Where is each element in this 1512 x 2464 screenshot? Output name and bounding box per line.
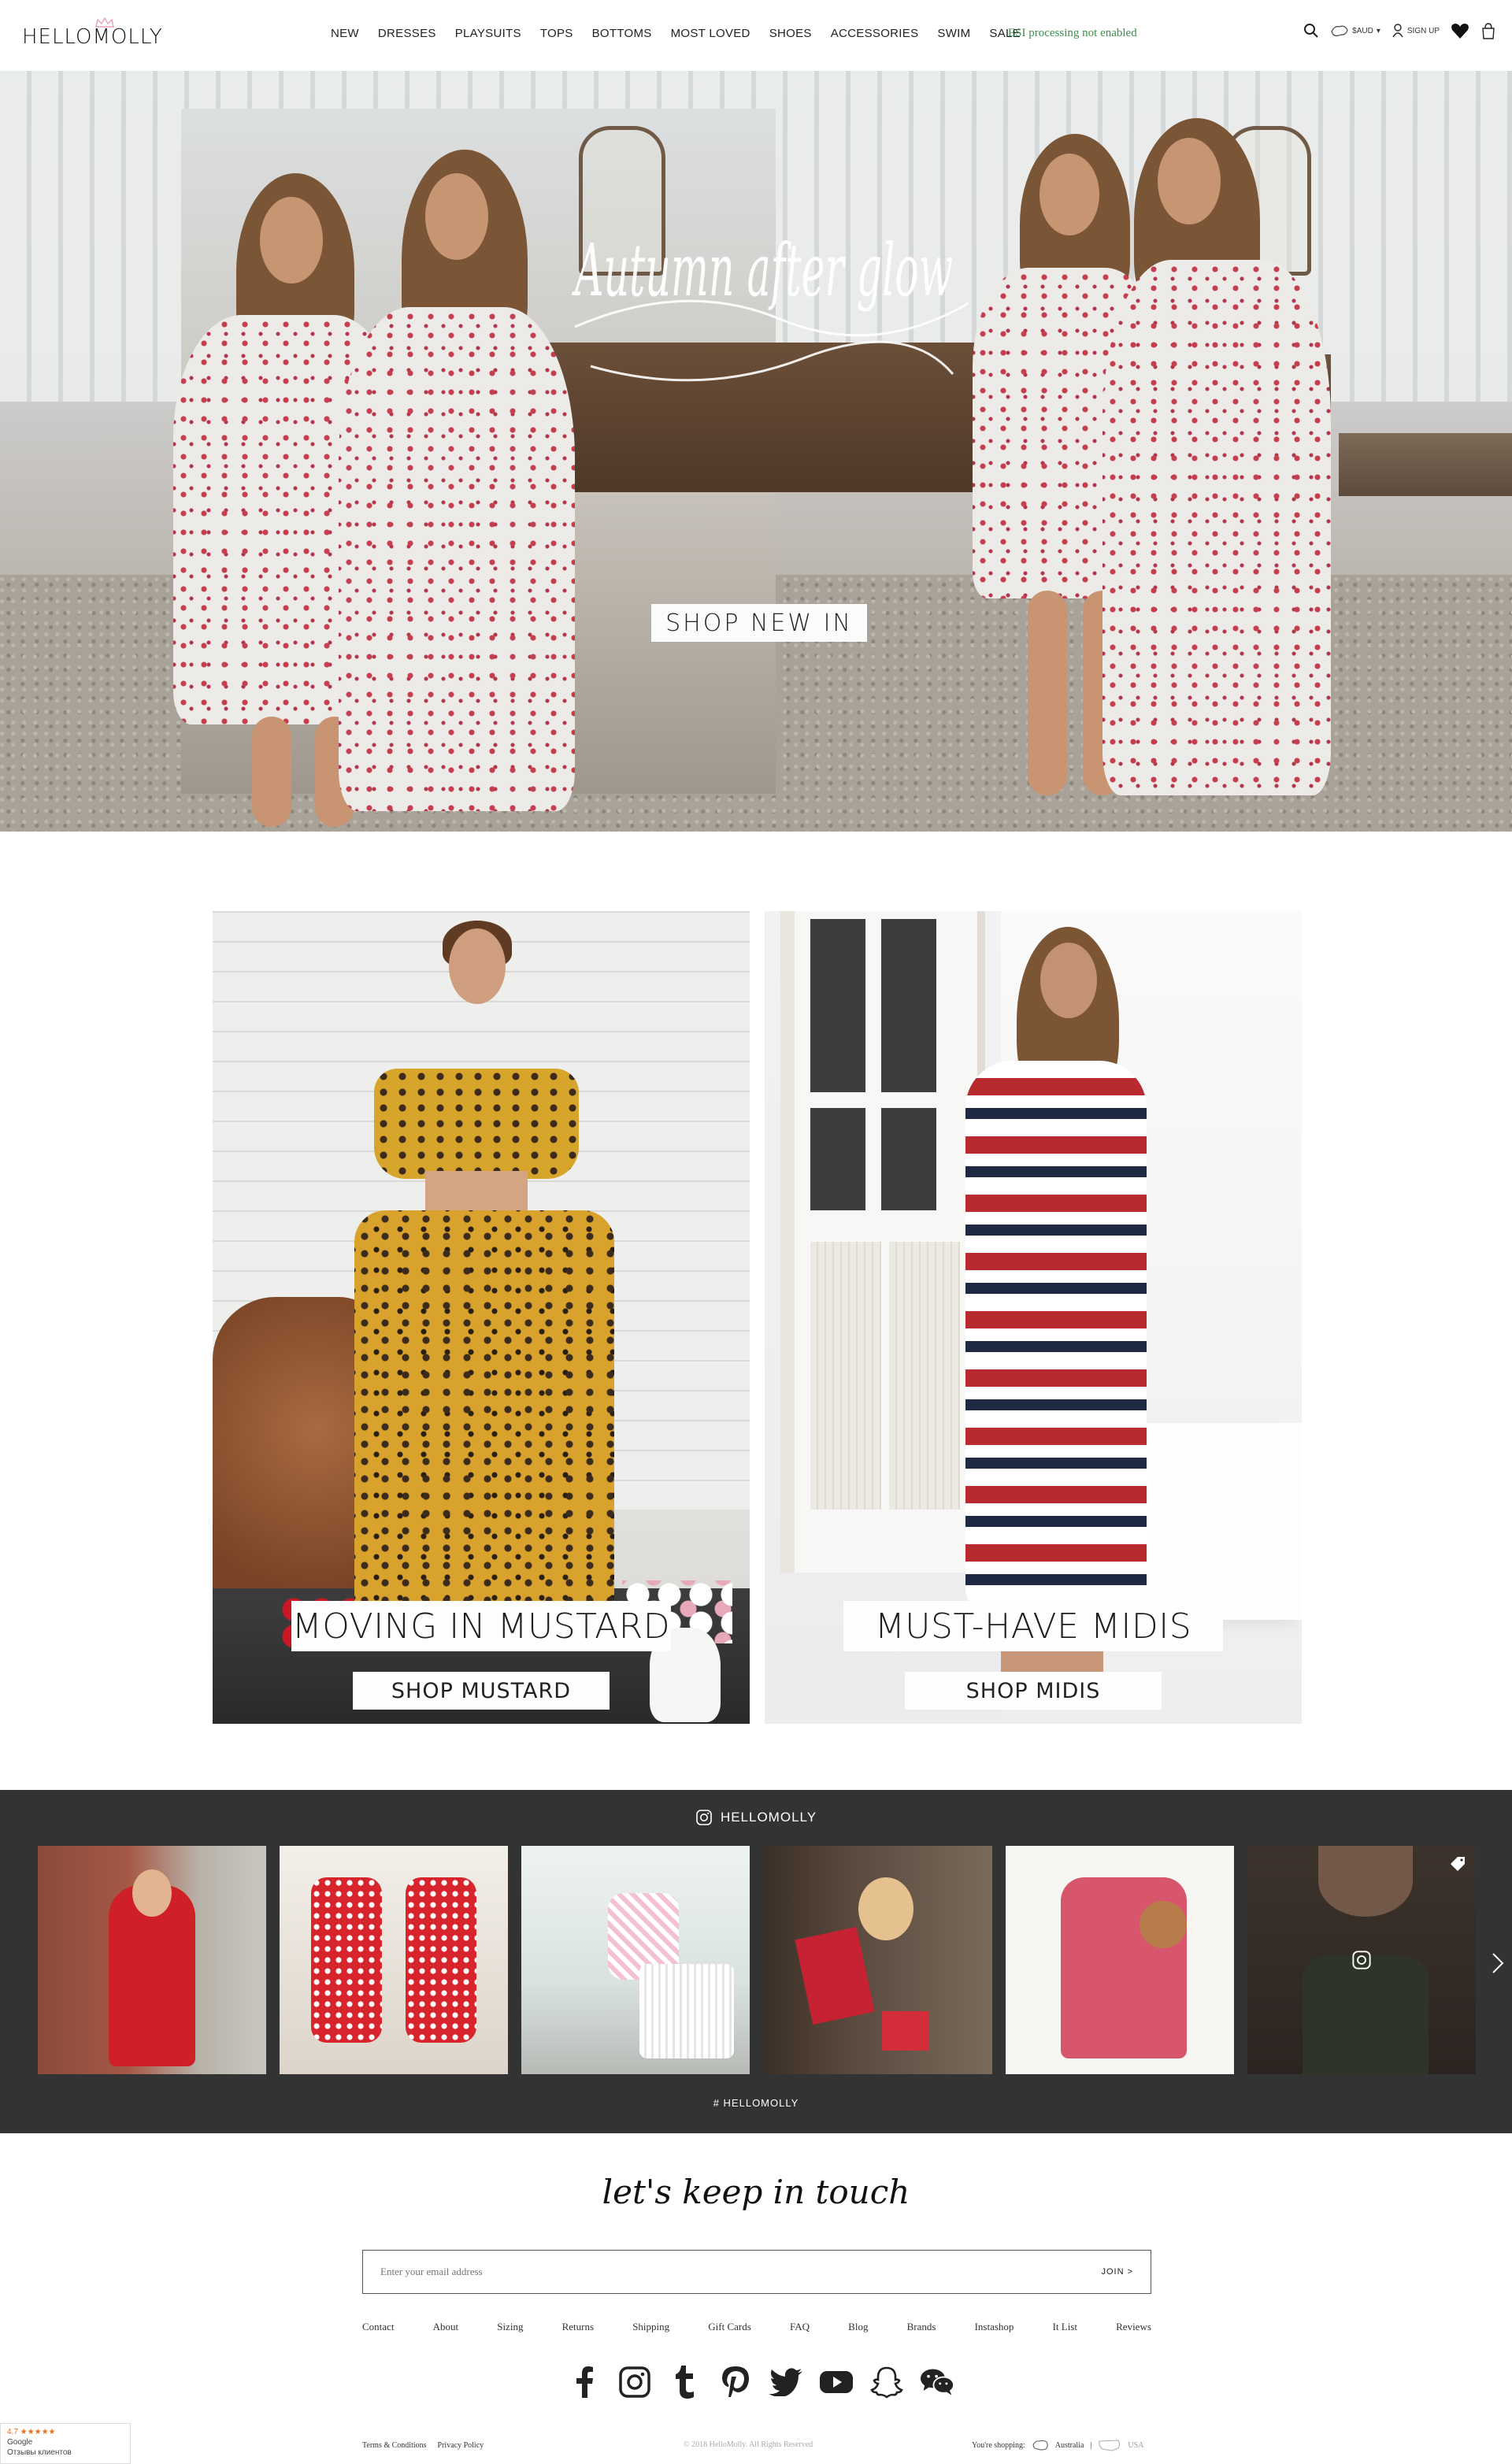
shipping-region-selector: You're shopping: Australia | USA	[972, 2438, 1143, 2452]
snapchat-icon[interactable]	[869, 2365, 904, 2399]
instagram-post-3[interactable]	[521, 1846, 750, 2074]
instagram-hashtag[interactable]: # HELLOMOLLY	[0, 2097, 1512, 2109]
footer-links: Contact About Sizing Returns Shipping Gi…	[362, 2321, 1151, 2333]
pinterest-icon[interactable]	[718, 2365, 753, 2399]
footer-link-gift-cards[interactable]: Gift Cards	[708, 2321, 751, 2333]
footer-link-brands[interactable]: Brands	[907, 2321, 936, 2333]
instagram-post-4[interactable]	[764, 1846, 992, 2074]
facebook-icon[interactable]	[567, 2365, 602, 2399]
wishlist-button[interactable]	[1451, 22, 1469, 39]
promo-title: MOVING IN MUSTARD	[291, 1601, 671, 1651]
shipping-australia[interactable]: Australia	[1055, 2441, 1084, 2450]
social-links	[567, 2365, 954, 2399]
wechat-icon[interactable]	[920, 2365, 954, 2399]
search-button[interactable]	[1303, 23, 1319, 39]
australia-map-icon	[1032, 2440, 1048, 2451]
signup-link[interactable]: SIGN UP	[1392, 24, 1440, 38]
header-utilities: $AUD ▾ SIGN UP	[1303, 22, 1496, 39]
shopping-bag-icon	[1482, 23, 1495, 39]
footer-link-sizing[interactable]: Sizing	[497, 2321, 523, 2333]
instagram-icon	[1352, 1951, 1371, 1969]
instagram-post-1[interactable]	[38, 1846, 266, 2074]
heart-icon	[1451, 24, 1469, 39]
nav-item-swim[interactable]: SWIM	[937, 27, 970, 40]
globe-icon	[1331, 25, 1348, 37]
white-door	[780, 911, 985, 1573]
logo-text: HELLOMOLLY	[22, 25, 163, 49]
hero-model-2	[339, 126, 575, 832]
main-nav: NEW DRESSES PLAYSUITS TOPS BOTTOMS MOST …	[331, 27, 1040, 40]
instagram-icon	[696, 1810, 712, 1825]
chevron-right-icon[interactable]	[1490, 1951, 1506, 1975]
twitter-icon[interactable]	[769, 2365, 803, 2399]
shipping-label: You're shopping:	[972, 2440, 1025, 2450]
terms-link[interactable]: Terms & Conditions	[362, 2441, 427, 2450]
email-input[interactable]	[380, 2266, 1026, 2278]
legal-links: Terms & Conditions Privacy Policy	[362, 2441, 484, 2450]
instagram-post-6[interactable]	[1247, 1846, 1476, 2074]
newsletter-form: JOIN >	[362, 2250, 1151, 2294]
footer-link-instashop[interactable]: Instashop	[975, 2321, 1014, 2333]
youtube-icon[interactable]	[819, 2365, 854, 2399]
instagram-header[interactable]: HELLOMOLLY	[0, 1809, 1512, 1826]
shop-midis-button[interactable]: SHOP MIDIS	[905, 1672, 1162, 1710]
hellomolly-logo[interactable]: HELLOMOLLY	[22, 17, 172, 52]
nav-item-new[interactable]: NEW	[331, 27, 359, 40]
footer-link-about[interactable]: About	[433, 2321, 459, 2333]
hero-bench	[1339, 433, 1512, 496]
svg-text:let's keep in touch: let's keep in touch	[602, 2173, 910, 2211]
nav-item-bottoms[interactable]: BOTTOMS	[592, 27, 652, 40]
white-ledge	[1127, 1423, 1302, 1620]
footer-link-blog[interactable]: Blog	[848, 2321, 868, 2333]
footer-link-reviews[interactable]: Reviews	[1116, 2321, 1151, 2333]
nav-item-dresses[interactable]: DRESSES	[378, 27, 436, 40]
instagram-handle: HELLOMOLLY	[720, 1810, 817, 1825]
promo-tile-mustard[interactable]: MOVING IN MUSTARD SHOP MUSTARD	[213, 911, 750, 1724]
instagram-icon[interactable]	[617, 2365, 652, 2399]
instagram-post-5[interactable]	[1006, 1846, 1234, 2074]
promo-tile-midis[interactable]: MUST-HAVE MIDIS SHOP MIDIS	[765, 911, 1302, 1724]
shipping-usa[interactable]: USA	[1128, 2441, 1143, 2450]
shop-mustard-button[interactable]: SHOP MUSTARD	[353, 1672, 610, 1710]
cart-button[interactable]	[1480, 22, 1496, 39]
google-brand: Google	[7, 2438, 33, 2447]
esi-status-text: ESI processing not enabled	[1008, 27, 1137, 39]
site-header: HELLOMOLLY NEW DRESSES PLAYSUITS TOPS BO…	[0, 0, 1512, 71]
hero-model-4	[1102, 102, 1339, 811]
join-button[interactable]: JOIN >	[1101, 2267, 1133, 2277]
promo-title: MUST-HAVE MIDIS	[843, 1601, 1223, 1651]
footer-link-returns[interactable]: Returns	[562, 2321, 594, 2333]
chevron-down-icon: ▾	[1376, 26, 1380, 35]
footer-link-it-list[interactable]: It List	[1053, 2321, 1077, 2333]
signup-label: SIGN UP	[1406, 26, 1440, 35]
shop-new-in-button[interactable]: SHOP NEW IN	[651, 604, 867, 642]
currency-label: $AUD	[1352, 26, 1373, 35]
search-icon	[1304, 24, 1318, 38]
copyright-text: © 2018 HelloMolly. All Rights Reserved	[684, 2440, 813, 2449]
tumblr-icon[interactable]	[668, 2365, 702, 2399]
google-rating: 4.7 ★★★★★	[7, 2428, 56, 2436]
google-reviews-badge[interactable]: 4.7 ★★★★★ Google Отзывы клиентов	[0, 2423, 131, 2464]
hero-banner[interactable]: Autumn after glow SHOP NEW IN	[0, 71, 1512, 832]
google-caption: Отзывы клиентов	[7, 2448, 72, 2457]
footer-link-shipping[interactable]: Shipping	[632, 2321, 669, 2333]
usa-map-icon	[1099, 2440, 1121, 2451]
tag-icon	[1451, 1857, 1465, 1871]
newsletter-heading: let's keep in touch	[602, 2173, 910, 2211]
svg-text:Autumn after glow: Autumn after glow	[572, 228, 953, 313]
instagram-post-2[interactable]	[280, 1846, 508, 2074]
divider: |	[1090, 2440, 1092, 2450]
nav-item-tops[interactable]: TOPS	[540, 27, 573, 40]
footer-link-contact[interactable]: Contact	[362, 2321, 394, 2333]
hero-script-title: Autumn after glow	[572, 228, 969, 382]
footer-link-faq[interactable]: FAQ	[790, 2321, 810, 2333]
privacy-link[interactable]: Privacy Policy	[438, 2441, 484, 2450]
user-icon	[1392, 24, 1403, 38]
nav-item-playsuits[interactable]: PLAYSUITS	[455, 27, 521, 40]
nav-item-most-loved[interactable]: MOST LOVED	[671, 27, 750, 40]
instagram-feed: HELLOMOLLY # HELLOMOLLY	[0, 1790, 1512, 2133]
currency-selector[interactable]: $AUD ▾	[1330, 24, 1380, 38]
nav-item-shoes[interactable]: SHOES	[769, 27, 812, 40]
nav-item-accessories[interactable]: ACCESSORIES	[831, 27, 919, 40]
